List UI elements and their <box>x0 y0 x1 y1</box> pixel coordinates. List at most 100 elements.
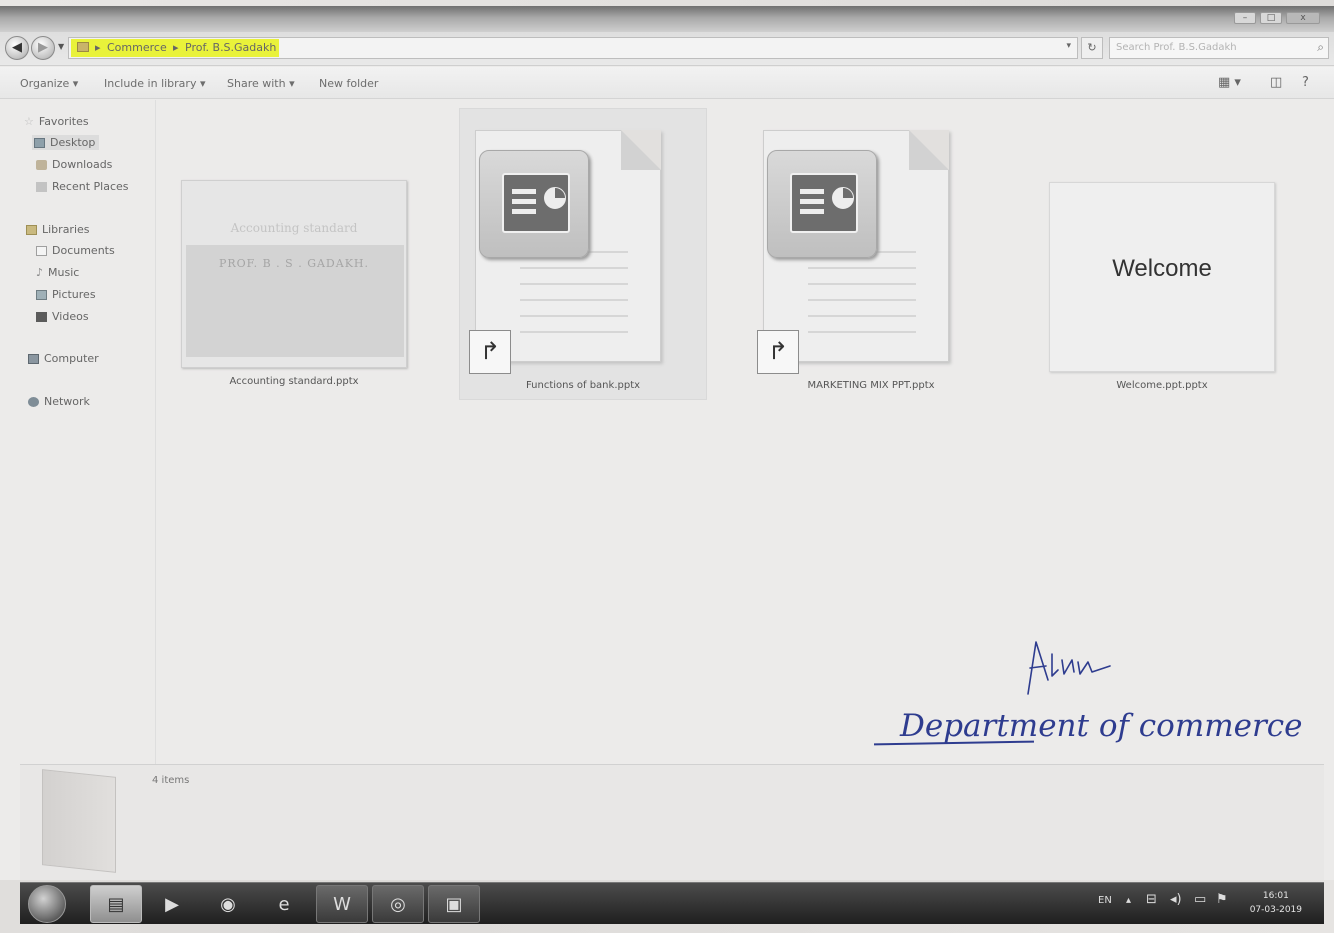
sidebar-group-favorites[interactable]: ☆ Favorites <box>24 115 89 128</box>
slide-bar <box>800 189 824 194</box>
file-list: Accounting standard PROF. B . S . GADAKH… <box>157 100 1334 764</box>
address-dropdown-icon[interactable]: ▾ <box>1066 41 1071 51</box>
sidebar-label: Desktop <box>50 136 96 149</box>
slide-bar <box>800 199 824 204</box>
breadcrumb-current-folder[interactable]: Prof. B.S.Gadakh <box>185 41 276 54</box>
folder-icon[interactable]: ▣ <box>428 885 480 923</box>
sidebar-group-libraries[interactable]: Libraries <box>26 223 90 236</box>
slide-icon <box>790 173 858 233</box>
file-name[interactable]: Functions of bank.pptx <box>459 380 707 391</box>
search-icon[interactable]: ⌕ <box>1317 40 1324 55</box>
sidebar-label: Recent Places <box>52 180 129 193</box>
handwritten-department: Department of commerce <box>900 708 1303 744</box>
desktop-icon <box>34 137 45 148</box>
sidebar-item-desktop[interactable]: Desktop <box>32 135 100 150</box>
refresh-button[interactable]: ↻ <box>1081 37 1103 59</box>
breadcrumb[interactable]: ▸ Commerce ▸ Prof. B.S.Gadakh ▾ <box>68 37 1078 59</box>
videos-icon <box>36 311 47 322</box>
explorer-icon[interactable]: ▤ <box>90 885 142 923</box>
slide-bar <box>512 189 536 194</box>
change-view-icon[interactable]: ▦ ▾ <box>1218 75 1241 90</box>
close-button[interactable]: x <box>1286 12 1320 24</box>
breadcrumb-commerce[interactable]: Commerce <box>107 41 167 54</box>
breadcrumb-separator: ▸ <box>95 41 101 54</box>
maximize-button[interactable]: □ <box>1260 12 1282 24</box>
sidebar-label: Videos <box>52 310 89 323</box>
powerpoint-badge-icon <box>767 150 877 258</box>
page-fold <box>621 130 661 170</box>
shortcut-arrow-icon: ↱ <box>757 330 799 374</box>
taskbar: ▤ ▶ ◉ e W ◎ ▣ EN ▴ ⊟ ◂) ▭ ⚑ 16:01 07-03-… <box>20 882 1324 924</box>
text-line <box>520 315 628 317</box>
organize-button[interactable]: Organize ▾ <box>20 77 78 90</box>
clock-date: 07-03-2019 <box>1249 905 1302 915</box>
file-thumbnail[interactable]: Welcome <box>1049 182 1275 372</box>
file-thumbnail[interactable]: Accounting standard PROF. B . S . GADAKH… <box>181 180 407 368</box>
handwritten-signature <box>1027 641 1111 695</box>
slide-bar <box>800 209 824 214</box>
sidebar-item-recent-places[interactable]: Recent Places <box>36 180 129 193</box>
network-icon <box>28 396 39 407</box>
sidebar-label: Pictures <box>52 288 96 301</box>
sidebar-item-videos[interactable]: Videos <box>36 310 89 323</box>
thumbnail-subtitle: PROF. B . S . GADAKH. <box>218 257 369 270</box>
sidebar-item-pictures[interactable]: Pictures <box>36 288 96 301</box>
computer-icon <box>28 353 39 364</box>
volume-icon[interactable]: ◂) <box>1170 892 1182 907</box>
sidebar-label: Downloads <box>52 158 113 171</box>
sidebar-item-downloads[interactable]: Downloads <box>36 158 112 171</box>
recent-places-icon <box>36 181 47 192</box>
chrome-icon[interactable]: ◎ <box>372 885 424 923</box>
shortcut-arrow-icon: ↱ <box>469 330 511 374</box>
internet-explorer-icon[interactable]: e <box>258 885 310 923</box>
show-hidden-icons-icon[interactable]: ▴ <box>1126 895 1131 906</box>
sidebar-item-documents[interactable]: Documents <box>36 244 115 257</box>
text-line <box>520 267 628 269</box>
file-name[interactable]: MARKETING MIX PPT.pptx <box>747 380 995 391</box>
help-icon[interactable]: ? <box>1302 75 1309 90</box>
slide-icon <box>502 173 570 233</box>
preview-pane-icon[interactable]: ◫ <box>1270 75 1282 90</box>
libraries-icon <box>26 224 37 235</box>
word-icon[interactable]: W <box>316 885 368 923</box>
back-button[interactable]: ◀ <box>5 36 29 60</box>
address-bar: ◀ ▶ ▼ ▸ Commerce ▸ Prof. B.S.Gadakh ▾ ↻ … <box>0 32 1334 66</box>
network-tray-icon[interactable]: ⊟ <box>1146 892 1157 907</box>
sidebar-item-computer[interactable]: Computer <box>28 352 99 365</box>
recent-pages-arrow[interactable]: ▼ <box>58 42 64 51</box>
pie-chart-icon <box>832 187 854 209</box>
sidebar-label: Documents <box>52 244 115 257</box>
details-pane: 4 items <box>20 764 1324 880</box>
new-folder-button[interactable]: New folder <box>319 77 378 90</box>
search-placeholder: Search Prof. B.S.Gadakh <box>1116 42 1237 53</box>
pie-chart-icon <box>544 187 566 209</box>
sidebar-label: Computer <box>44 352 99 365</box>
file-name[interactable]: Welcome.ppt.pptx <box>1049 380 1275 391</box>
clock-time: 16:01 <box>1262 891 1289 901</box>
forward-button[interactable]: ▶ <box>31 36 55 60</box>
search-input[interactable]: Search Prof. B.S.Gadakh ⌕ <box>1109 37 1329 59</box>
pictures-icon <box>36 289 47 300</box>
sidebar-item-music[interactable]: ♪ Music <box>36 266 79 279</box>
folder-icon <box>42 769 116 873</box>
start-button[interactable] <box>28 885 66 923</box>
action-center-flag-icon[interactable]: ⚑ <box>1216 892 1228 907</box>
sidebar-label: Libraries <box>42 223 90 236</box>
media-center-icon[interactable]: ◉ <box>202 885 254 923</box>
sidebar-label: Favorites <box>38 115 89 128</box>
media-player-icon[interactable]: ▶ <box>146 885 198 923</box>
clock[interactable]: 16:01 07-03-2019 <box>1250 889 1302 917</box>
include-in-library-button[interactable]: Include in library ▾ <box>104 77 205 90</box>
share-with-button[interactable]: Share with ▾ <box>227 77 295 90</box>
minimize-button[interactable]: – <box>1234 12 1256 24</box>
display-icon[interactable]: ▭ <box>1194 892 1206 907</box>
language-indicator[interactable]: EN <box>1098 895 1112 906</box>
item-count: 4 items <box>152 775 190 786</box>
slide-bar <box>512 209 536 214</box>
sidebar-item-network[interactable]: Network <box>28 395 90 408</box>
thumbnail-title: Accounting standard <box>230 221 358 235</box>
powerpoint-badge-icon <box>479 150 589 258</box>
music-icon: ♪ <box>36 266 44 279</box>
folder-icon <box>77 42 89 52</box>
file-name[interactable]: Accounting standard.pptx <box>181 376 407 387</box>
